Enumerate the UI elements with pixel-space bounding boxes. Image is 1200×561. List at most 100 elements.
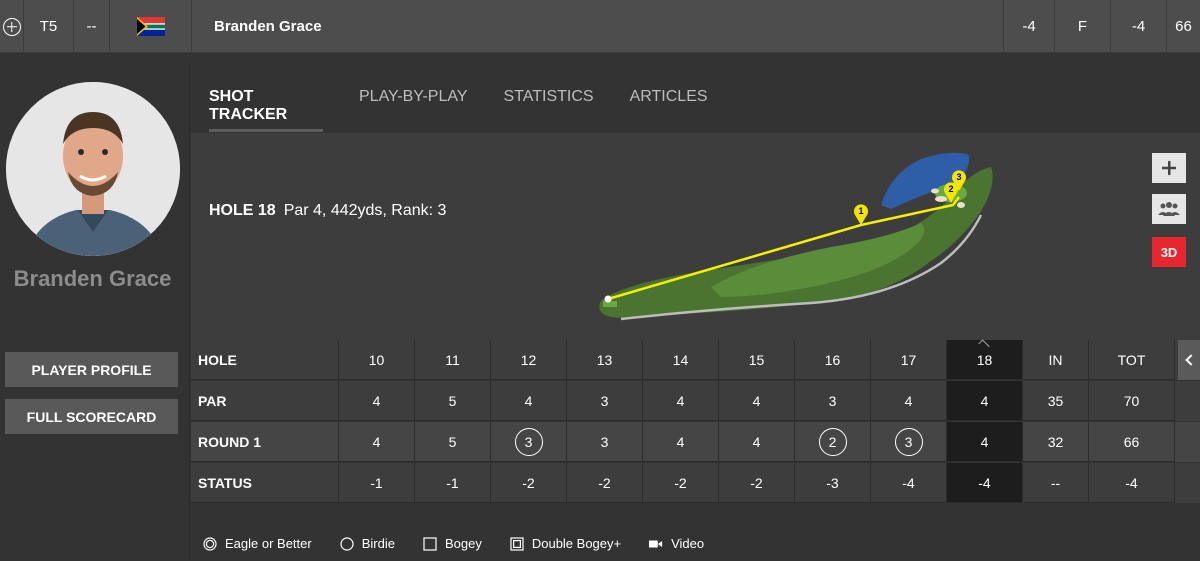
par-cell-current: 4 xyxy=(947,381,1023,421)
in-header: IN xyxy=(1023,340,1089,380)
tab-shot-tracker[interactable]: SHOT TRACKER xyxy=(209,88,323,132)
total-score: -4 xyxy=(1111,0,1167,53)
status-cell: -1 xyxy=(415,463,491,503)
score-cell-birdie[interactable]: 3 xyxy=(491,422,567,462)
circle-icon xyxy=(340,536,354,551)
par-cell: 4 xyxy=(339,381,415,421)
hole-header: 15 xyxy=(719,340,795,380)
legend-eagle: Eagle or Better xyxy=(203,536,312,551)
shot-tracker-map[interactable]: HOLE 18 Par 4, 442yds, Rank: 3 1 2 3 3D xyxy=(191,133,1200,340)
birdie-circle: 3 xyxy=(514,427,543,456)
score-cell-birdie[interactable]: 2 xyxy=(795,422,871,462)
zoom-in-button[interactable] xyxy=(1152,153,1186,183)
hole-diagram: 1 2 3 xyxy=(599,152,993,321)
tot-header: TOT xyxy=(1089,340,1175,380)
legend-bogey: Bogey xyxy=(423,536,482,551)
leaderboard-row[interactable]: T5 -- Branden Grace -4 F -4 66 xyxy=(0,0,1200,53)
legend-label: Double Bogey+ xyxy=(531,536,622,551)
score-cell-current: 4 xyxy=(947,422,1023,462)
video-camera-icon xyxy=(649,537,663,551)
birdie-circle: 3 xyxy=(894,427,923,456)
par-cell: 4 xyxy=(871,381,947,421)
par-cell: 5 xyxy=(415,381,491,421)
row-label: PAR xyxy=(191,381,339,421)
hole-header: 12 xyxy=(491,340,567,380)
group-view-button[interactable] xyxy=(1152,194,1186,224)
status-in: -- xyxy=(1023,463,1089,503)
par-cell: 3 xyxy=(795,381,871,421)
flag xyxy=(110,0,192,53)
legend-label: Eagle or Better xyxy=(225,536,312,551)
strokes: 66 xyxy=(1175,18,1192,35)
birdie-circle: 2 xyxy=(818,427,847,456)
legend-label: Bogey xyxy=(444,536,482,551)
par-cell: 4 xyxy=(643,381,719,421)
shot-marker-1[interactable]: 1 xyxy=(854,204,868,225)
par-in: 35 xyxy=(1023,381,1089,421)
tab-statistics[interactable]: STATISTICS xyxy=(504,88,594,132)
tab-play-by-play[interactable]: PLAY-BY-PLAY xyxy=(359,88,468,132)
hole-number: 18 xyxy=(976,351,993,368)
main-panel: SHOT TRACKER PLAY-BY-PLAY STATISTICS ART… xyxy=(191,62,1200,561)
expand-button[interactable] xyxy=(0,0,24,53)
tab-articles[interactable]: ARTICLES xyxy=(630,88,708,132)
hole-header: 10 xyxy=(339,340,415,380)
score-cell: 4 xyxy=(719,422,795,462)
sidebar-player-name: Branden Grace xyxy=(13,266,172,291)
movement: -- xyxy=(74,0,110,53)
today-score: -4 xyxy=(1003,0,1055,53)
score-in: 32 xyxy=(1023,422,1089,462)
score-cell: 3 xyxy=(567,422,643,462)
square-icon xyxy=(423,536,437,551)
status-cell-current: -4 xyxy=(947,463,1023,503)
hole-header: 16 xyxy=(795,340,871,380)
shot-marker-label: 3 xyxy=(956,172,961,182)
legend-birdie: Birdie xyxy=(340,536,395,551)
table-row-round-1: ROUND 1 4 5 3 3 4 4 2 3 4 32 66 xyxy=(191,422,1200,462)
position: T5 xyxy=(24,0,74,53)
tab-bar: SHOT TRACKER PLAY-BY-PLAY STATISTICS ART… xyxy=(209,88,708,132)
table-row-par: PAR 4 5 4 3 4 4 3 4 4 35 70 xyxy=(191,381,1200,421)
status-cell: -1 xyxy=(339,463,415,503)
full-scorecard-button[interactable]: FULL SCORECARD xyxy=(5,399,178,434)
shot-marker-label: 2 xyxy=(948,184,953,194)
player-profile-button[interactable]: PLAYER PROFILE xyxy=(5,352,178,387)
double-square-icon xyxy=(510,536,524,551)
legend-label: Birdie xyxy=(361,536,395,551)
status-cell: -3 xyxy=(795,463,871,503)
score-cell: 4 xyxy=(339,422,415,462)
par-cell: 3 xyxy=(567,381,643,421)
legend-double-bogey: Double Bogey+ xyxy=(510,536,621,551)
row-label: STATUS xyxy=(191,463,339,503)
scroll-left-button[interactable] xyxy=(1178,340,1200,380)
3d-view-button[interactable]: 3D xyxy=(1152,237,1186,267)
hole-header: 17 xyxy=(871,340,947,380)
status-cell: -2 xyxy=(491,463,567,503)
row-label: ROUND 1 xyxy=(191,422,339,462)
avatar xyxy=(6,82,180,256)
score-cell: 5 xyxy=(415,422,491,462)
double-circle-icon xyxy=(203,536,217,551)
chevron-left-icon xyxy=(1185,354,1197,366)
hole-header: 14 xyxy=(643,340,719,380)
plus-circle-icon xyxy=(2,17,21,36)
par-tot: 70 xyxy=(1089,381,1175,421)
status-cell: -4 xyxy=(871,463,947,503)
status-tot: -4 xyxy=(1089,463,1175,503)
legend-video: Video xyxy=(649,536,704,551)
status-cell: -2 xyxy=(643,463,719,503)
group-icon xyxy=(1158,202,1180,216)
plus-icon xyxy=(1162,161,1176,175)
player-name[interactable]: Branden Grace xyxy=(214,0,322,53)
par-cell: 4 xyxy=(719,381,795,421)
score-cell-birdie[interactable]: 3 xyxy=(871,422,947,462)
hole-header-current[interactable]: 18 xyxy=(947,339,1023,380)
status-cell: -2 xyxy=(567,463,643,503)
score-cell: 4 xyxy=(643,422,719,462)
row-label: HOLE xyxy=(191,340,339,380)
caret-up-icon xyxy=(978,339,990,351)
shot-marker-label: 1 xyxy=(858,206,863,216)
player-sidebar: Branden Grace PLAYER PROFILE FULL SCOREC… xyxy=(0,62,190,561)
table-row-status: STATUS -1 -1 -2 -2 -2 -2 -3 -4 -4 -- -4 xyxy=(191,463,1200,503)
hole-header: 13 xyxy=(567,340,643,380)
